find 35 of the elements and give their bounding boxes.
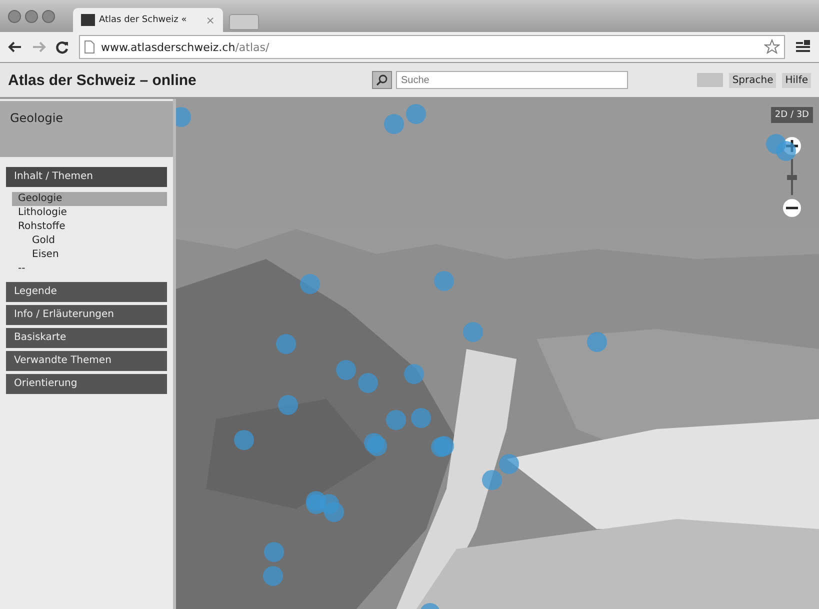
forward-icon[interactable] (32, 41, 46, 53)
browser-tab[interactable]: Atlas der Schweiz « × (73, 8, 223, 32)
theme-item[interactable]: Geologie (12, 192, 167, 206)
menu-icon[interactable] (795, 40, 811, 54)
bookmark-star-icon[interactable] (764, 39, 780, 55)
favicon-icon (81, 14, 95, 26)
accordion-header[interactable]: Inhalt / Themen (6, 167, 167, 187)
accordion-header[interactable]: Verwandte Themen (6, 351, 167, 371)
view-mode-button[interactable]: 2D / 3D (770, 107, 813, 123)
window-control-icon[interactable] (42, 10, 55, 22)
window-control-icon[interactable] (25, 10, 38, 22)
back-icon[interactable] (8, 41, 22, 53)
layer-title: Geologie (10, 111, 64, 125)
zoom-slider-handle[interactable] (787, 174, 797, 180)
accordion-header[interactable]: Basiskarte (6, 328, 167, 348)
header-button[interactable]: Sprache (729, 72, 776, 88)
tab-title: Atlas der Schweiz « (99, 15, 188, 25)
reload-icon[interactable] (56, 40, 69, 54)
site-title: Atlas der Schweiz – online (8, 72, 198, 88)
address-bar[interactable]: www.atlasderschweiz.ch/atlas/ (79, 35, 785, 59)
accordion-header[interactable]: Info / Erläuterungen (6, 305, 167, 325)
theme-item[interactable]: Rohstoffe (12, 220, 167, 234)
page-icon (84, 40, 95, 54)
search-icon (376, 74, 388, 86)
accordion-header[interactable]: Orientierung (6, 374, 167, 394)
theme-item[interactable]: Lithologie (12, 206, 167, 220)
theme-item[interactable]: -- (12, 262, 167, 276)
search-button[interactable] (372, 71, 392, 89)
theme-item[interactable]: Eisen (12, 248, 167, 262)
new-tab-button[interactable] (229, 14, 259, 30)
header-button[interactable]: Hilfe (782, 72, 811, 88)
window-control-icon[interactable] (8, 10, 21, 22)
search-field[interactable]: Suche (396, 71, 628, 89)
accordion-header[interactable]: Legende (6, 282, 167, 302)
theme-item[interactable]: Gold (12, 234, 167, 248)
